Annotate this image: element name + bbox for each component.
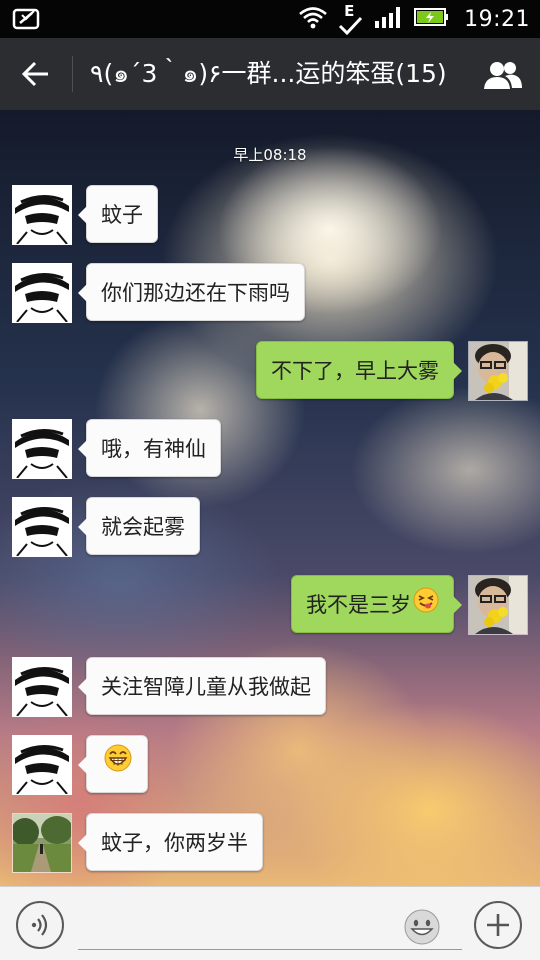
grin-emoji-icon [103,737,133,795]
input-bar [0,886,540,960]
message-text: 我不是三岁 [306,593,411,617]
message-bubble[interactable]: 哦，有神仙 [78,419,221,477]
message-bubble[interactable]: 蚊子 [78,185,158,243]
message-row: 蚊子，你两岁半 [0,813,540,875]
message-row: 关注智障儿童从我做起 [0,657,540,719]
message-bubble[interactable]: 我不是三岁 [291,575,462,635]
group-members-button[interactable] [480,52,526,98]
group-members-icon [484,62,522,89]
self-photo-avatar[interactable] [468,575,528,635]
voice-input-button[interactable] [16,901,64,949]
smiley-icon [404,909,440,945]
status-bar: E 19:21 [0,0,540,38]
message-row: 你们那边还在下雨吗 [0,263,540,325]
message-row: 哦，有神仙 [0,419,540,481]
chat-title: ٩(๑´3｀๑)۶一群...运的笨蛋(15) [90,59,447,88]
squint-tongue-emoji-icon [413,577,439,635]
message-row: 不下了，早上大雾 [0,341,540,403]
wifi-icon [298,5,328,33]
status-time: 19:21 [464,6,530,32]
emoji-button[interactable] [402,907,442,947]
more-options-button[interactable] [474,901,522,949]
battery-charging-icon [414,6,450,32]
notification-icon [12,5,44,33]
self-photo-avatar[interactable] [468,341,528,401]
message-bubble[interactable]: 你们那边还在下雨吗 [78,263,305,321]
comic-avatar[interactable] [12,497,72,557]
comic-avatar[interactable] [12,419,72,479]
signal-strength-icon [374,5,404,33]
comic-avatar[interactable] [12,185,72,245]
message-row: 我不是三岁 [0,575,540,637]
message-bubble[interactable]: 不下了，早上大雾 [256,341,462,399]
comic-avatar[interactable] [12,263,72,323]
message-timestamp: 早上08:18 [233,146,307,164]
message-row [0,735,540,797]
back-arrow-icon [22,61,48,87]
message-bubble[interactable]: 关注智障儿童从我做起 [78,657,326,715]
back-button[interactable] [10,48,62,100]
comic-avatar[interactable] [12,735,72,795]
voice-wave-icon [31,914,48,936]
comic-avatar[interactable] [12,657,72,717]
park-photo-avatar[interactable] [12,813,72,873]
message-bubble[interactable] [78,735,148,795]
message-bubble[interactable]: 就会起雾 [78,497,200,555]
message-row: 就会起雾 [0,497,540,559]
message-bubble[interactable]: 蚊子，你两岁半 [78,813,263,871]
plus-icon [487,914,509,936]
message-row: 蚊子 [0,185,540,247]
chat-area[interactable]: 早上08:18 蚊子 你们那边还在下雨吗 不下了，早上大雾 哦，有神仙 就会起雾… [0,110,540,886]
network-type-icon: E [338,2,364,36]
chat-header: ٩(๑´3｀๑)۶一群...运的笨蛋(15) [0,38,540,111]
header-divider [72,56,73,92]
